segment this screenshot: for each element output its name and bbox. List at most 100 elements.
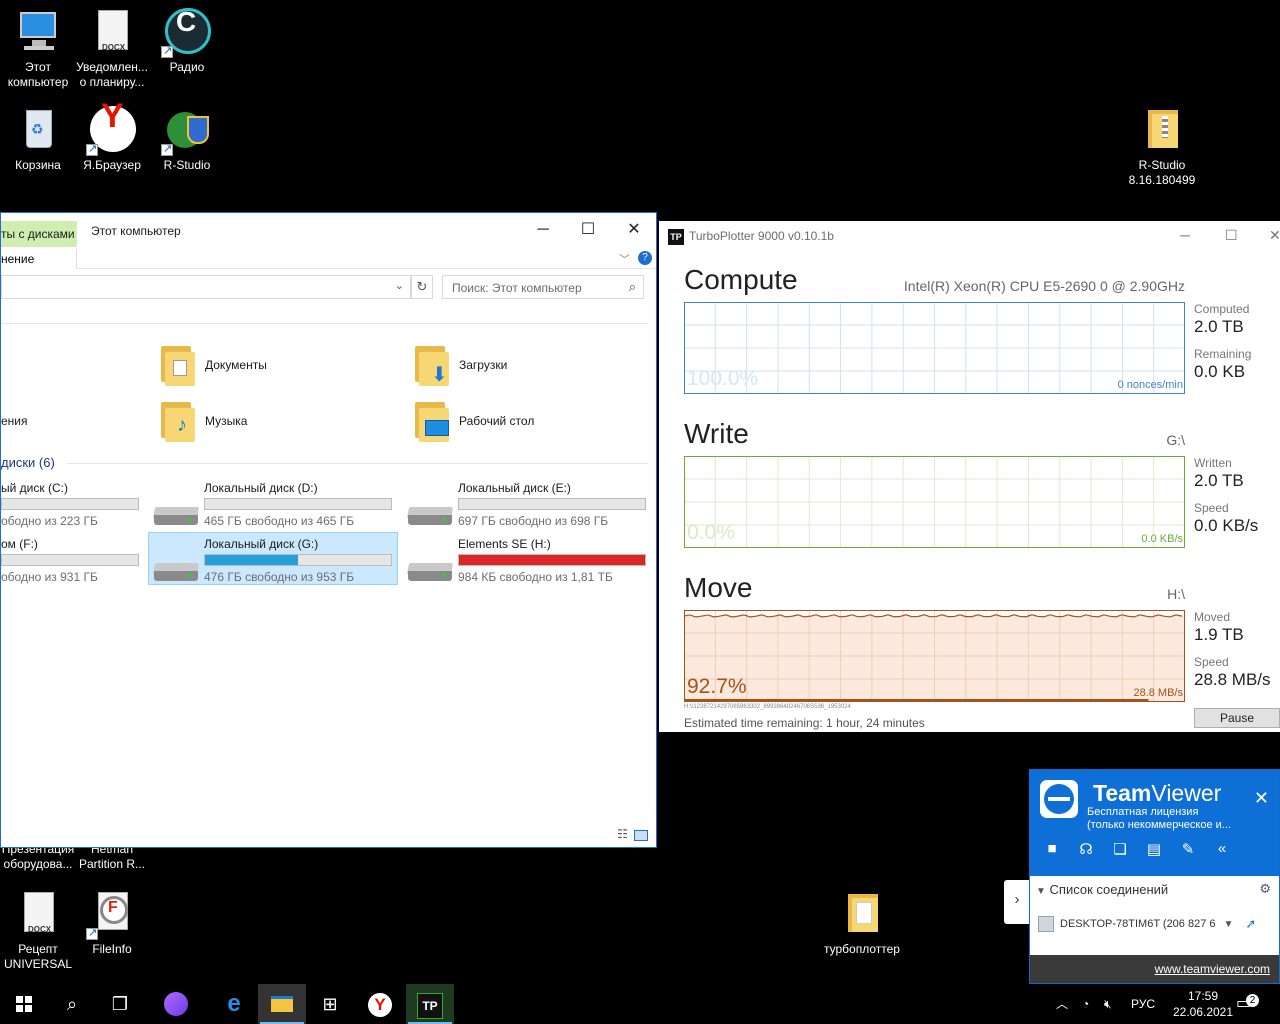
desktop-icon-this-pc[interactable]: Этот компьютер — [0, 8, 76, 90]
gear-icon[interactable]: ⚙ — [1259, 881, 1271, 897]
radio-app-icon: C — [161, 8, 211, 59]
drives-section-title[interactable]: диски (6) — [1, 455, 55, 470]
maximize-button[interactable]: ☐ — [565, 213, 611, 247]
ribbon-subtab-manage[interactable]: нение — [1, 249, 77, 269]
drive-usage-bar — [204, 554, 392, 566]
explorer-taskbar-button[interactable] — [258, 984, 306, 1024]
turboplotter-window[interactable]: TP TurboPlotter 9000 v0.10.1b ─ ☐ ✕ Comp… — [659, 221, 1280, 732]
clock[interactable]: 17:59 22.06.2021 — [1172, 988, 1234, 1020]
explorer-titlebar[interactable]: ты с дисками Этот компьютер ─ ☐ ✕ — [1, 213, 656, 249]
docx-file-icon: DOCX — [88, 8, 136, 56]
turboplotter-taskbar-button[interactable]: TP — [406, 984, 454, 1024]
refresh-button[interactable]: ↻ — [411, 275, 433, 299]
drive-f[interactable]: ом (F:) ободно из 931 ГБ — [1, 537, 139, 589]
remaining-value: 0.0 KB — [1194, 362, 1246, 381]
chevron-down-icon[interactable]: ﹀ — [619, 251, 630, 267]
connection-list-header[interactable]: ▼ Список соединений — [1036, 882, 1168, 897]
minimize-button[interactable]: ─ — [520, 213, 566, 247]
alice-button[interactable] — [152, 984, 200, 1024]
search-input[interactable]: Поиск: Этот компьютер ⌕ — [442, 275, 644, 299]
explorer-window[interactable]: ты с дисками Этот компьютер ─ ☐ ✕ нение … — [0, 212, 657, 848]
write-drive: G:\ — [1166, 432, 1185, 448]
network-icon[interactable]: ◔ — [1082, 984, 1089, 1024]
alice-icon — [164, 992, 188, 1016]
tray-overflow-chevron-icon[interactable]: ︿ — [1056, 984, 1068, 1024]
drive-e[interactable]: Локальный диск (E:) 697 ГБ свободно из 6… — [458, 481, 646, 533]
write-speed-value: 0.0 KB/s — [1194, 516, 1259, 535]
folder-icon — [838, 890, 886, 938]
desktop-icon-radio[interactable]: C Радио — [149, 8, 225, 75]
maximize-button[interactable]: ☐ — [1225, 227, 1238, 244]
drive-h[interactable]: Elements SE (H:) 984 КБ свободно из 1,81… — [458, 537, 646, 589]
cpu-name: Intel(R) Xeon(R) CPU E5-2690 0 @ 2.90GHz — [903, 278, 1185, 294]
connection-item[interactable]: DESKTOP-78TIM6T (206 827 6 ▼ ➚ — [1038, 916, 1256, 932]
drive-c[interactable]: ый диск (C:) ободно из 223 ГБ — [1, 481, 139, 533]
teamviewer-link[interactable]: www.teamviewer.com — [1155, 962, 1270, 976]
desktop-icon-docx-notice[interactable]: DOCX Уведомлен... о планиру... — [74, 8, 150, 90]
desktop-icon-label: R-Studio 8.16.180499 — [1128, 158, 1196, 187]
dropdown-arrow-icon[interactable]: ▼ — [1224, 919, 1234, 930]
desktop-icon-recept[interactable]: DOCX Рецепт UNIVERSAL — [0, 890, 76, 972]
search-icon: ⌕ — [66, 994, 78, 1014]
drive-usage-bar — [458, 498, 646, 510]
notifications-icon[interactable]: ▭ 2 — [1236, 984, 1259, 1024]
edge-button[interactable]: e — [210, 984, 258, 1024]
start-button[interactable] — [0, 984, 48, 1024]
desktop-icon-r-studio[interactable]: R-Studio — [149, 106, 225, 173]
drive-d[interactable]: Локальный диск (D:) 465 ГБ свободно из 4… — [204, 481, 392, 533]
close-button[interactable]: ✕ — [1269, 227, 1280, 244]
folder-documents[interactable]: Документы — [159, 341, 267, 389]
desktop-icon-yandex-browser[interactable]: Y Я.Браузер — [74, 99, 150, 173]
turboplotter-logo-icon: TP — [417, 993, 443, 1019]
connect-cursor-icon[interactable]: ➚ — [1245, 916, 1256, 932]
minimize-button[interactable]: ─ — [1180, 227, 1190, 243]
ribbon-tab-drive-tools[interactable]: ты с дисками — [1, 221, 77, 247]
store-icon: ⊞ — [322, 994, 338, 1014]
chevron-down-icon[interactable]: ⌄ — [395, 279, 404, 292]
folder-desktop[interactable]: Рабочий стол — [413, 397, 534, 445]
headset-icon[interactable]: ☊ — [1076, 840, 1096, 858]
pause-button[interactable]: Pause — [1194, 708, 1280, 728]
desktop-icon-turboplotter-folder[interactable]: турбоплоттер — [824, 890, 900, 957]
volume-muted-icon[interactable]: 🔇︎ — [1104, 984, 1112, 1024]
desktop-icon-recycle-bin[interactable]: ♻ Корзина — [0, 106, 76, 173]
chat-icon[interactable]: ❏ — [1110, 840, 1130, 858]
shortcut-arrow-icon — [161, 142, 173, 157]
close-button[interactable]: ✕ — [611, 213, 656, 247]
tiles-view-icon[interactable] — [634, 830, 648, 841]
desktop-icon-r-studio-folder[interactable]: R-Studio 8.16.180499 — [1124, 106, 1200, 188]
folder-truncated[interactable]: ения — [1, 397, 28, 445]
chevron-right-icon[interactable]: › — [1004, 880, 1030, 924]
move-speed-label: Speed — [1194, 655, 1229, 669]
input-language[interactable]: РУС — [1131, 984, 1155, 1024]
hard-drive-icon — [152, 503, 200, 525]
collapse-icon[interactable]: « — [1212, 840, 1232, 858]
downloads-folder-icon: ⬇ — [413, 344, 449, 386]
folder-music[interactable]: ♪ Музыка — [159, 397, 247, 445]
yandex-browser-icon: Y — [368, 993, 392, 1017]
yandex-taskbar-button[interactable]: Y — [356, 984, 404, 1024]
edge-icon: e — [227, 990, 241, 1017]
files-icon[interactable]: ▤ — [1144, 840, 1164, 858]
video-icon[interactable]: ■ — [1042, 840, 1062, 858]
folder-downloads[interactable]: ⬇ Загрузки — [413, 341, 507, 389]
compute-title: Compute — [684, 264, 798, 295]
divider — [1, 323, 648, 324]
store-button[interactable]: ⊞ — [306, 984, 354, 1024]
desktop: Этот компьютер DOCX Уведомлен... о плани… — [0, 0, 1280, 1024]
turboplotter-titlebar[interactable]: TP TurboPlotter 9000 v0.10.1b ─ ☐ ✕ — [659, 221, 1280, 251]
brush-icon[interactable]: ✎ — [1178, 840, 1198, 858]
teamviewer-panel[interactable]: TeamViewer Бесплатная лицензия (только н… — [1029, 769, 1280, 984]
address-bar[interactable]: ⌄ — [1, 275, 411, 299]
search-button[interactable]: ⌕ — [48, 984, 96, 1024]
desktop-icon-fileinfo[interactable]: F FileInfo — [74, 890, 150, 957]
close-icon[interactable]: ✕ — [1254, 788, 1269, 809]
task-view-button[interactable]: ❐ — [96, 984, 144, 1024]
details-view-icon[interactable]: ☷ — [617, 827, 628, 841]
teamviewer-header: TeamViewer Бесплатная лицензия (только н… — [1030, 770, 1279, 876]
help-icon[interactable]: ? — [638, 251, 652, 265]
write-percent: 0.0% — [687, 521, 735, 544]
drive-g[interactable]: Локальный диск (G:) 476 ГБ свободно из 9… — [204, 537, 392, 589]
divider — [67, 463, 648, 464]
desktop-icon-label: турбоплоттер — [824, 942, 900, 956]
